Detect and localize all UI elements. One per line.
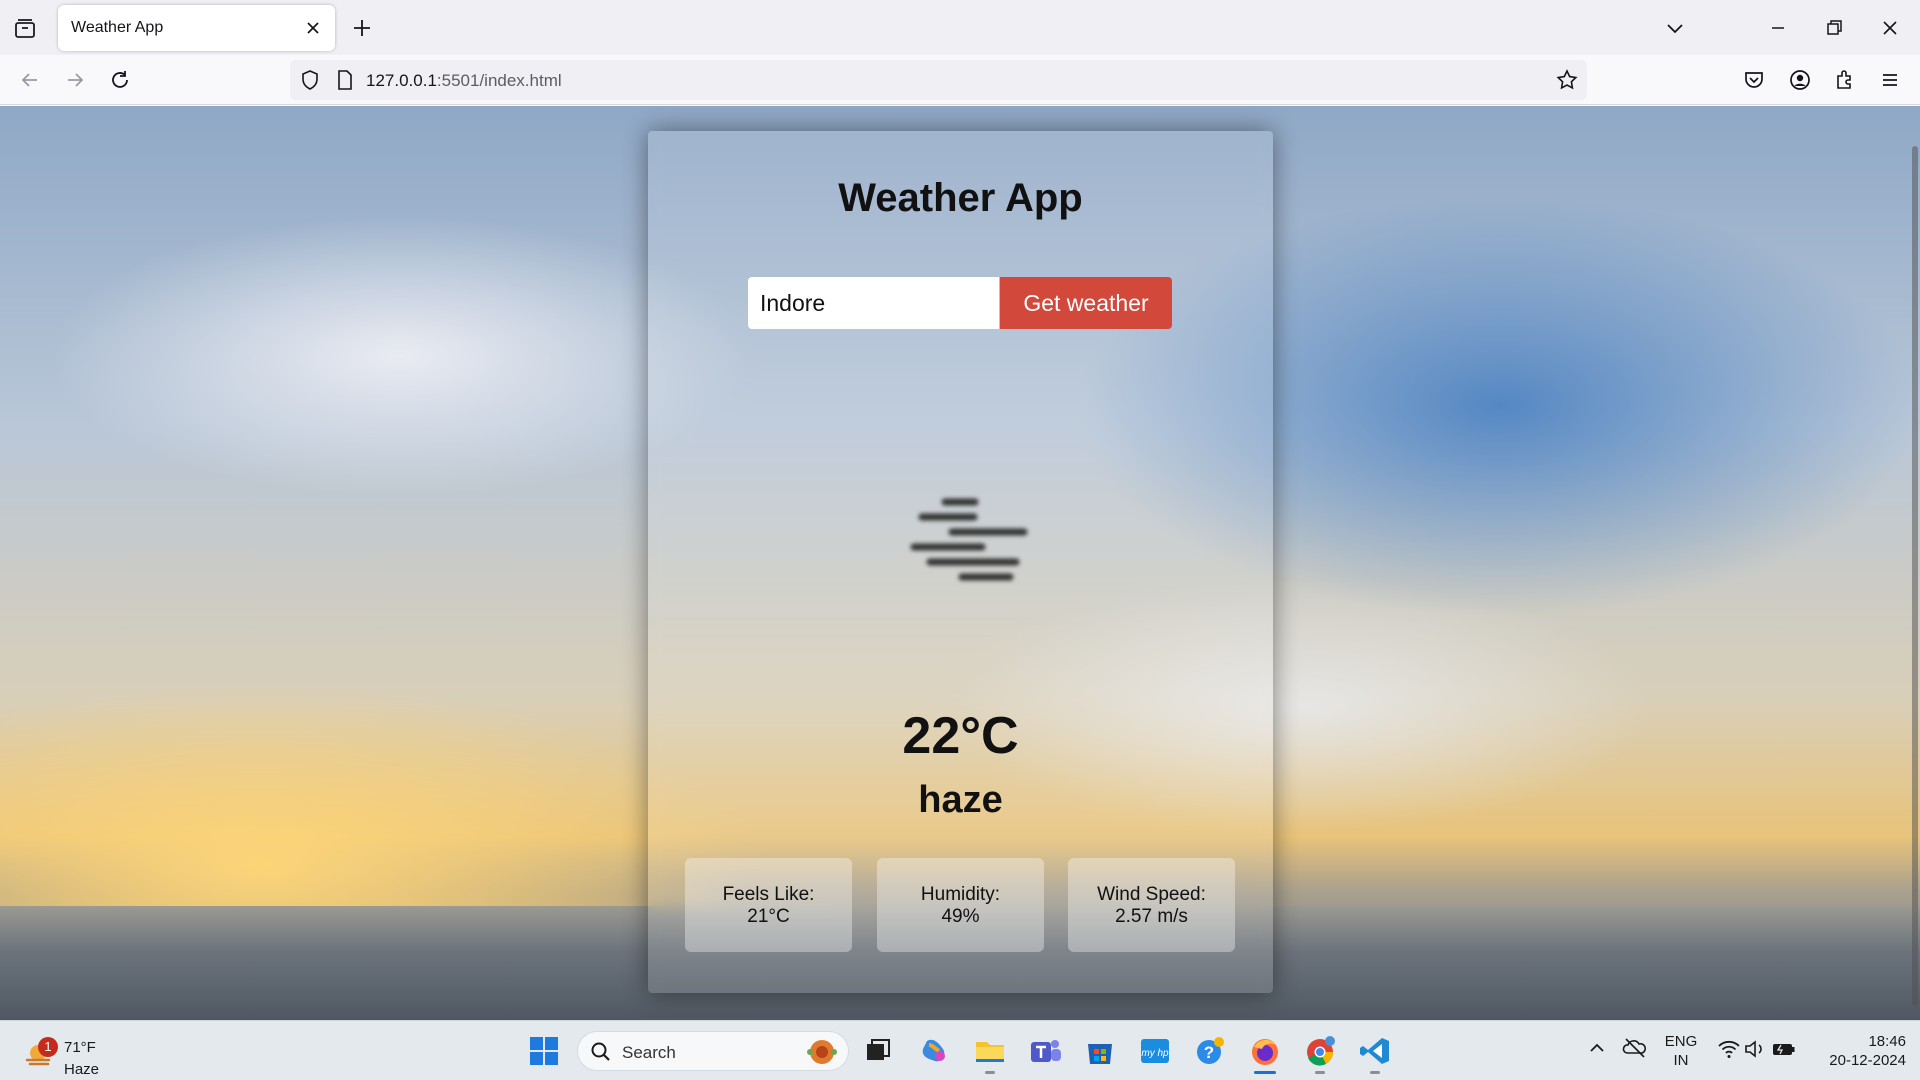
browser-tab-bar: Weather App <box>0 0 1920 55</box>
temperature: 22°C <box>902 707 1019 765</box>
search-highlight-icon <box>804 1036 840 1073</box>
firefox-active-indicator <box>1254 1071 1276 1074</box>
back-arrow-icon[interactable] <box>17 67 43 93</box>
myhp-icon[interactable]: my hp <box>1135 1031 1175 1071</box>
feels-like-label: Feels Like: <box>722 884 815 905</box>
close-tab-icon[interactable] <box>303 18 323 38</box>
browser-nav-bar: 127.0.0.1:5501/index.html <box>0 55 1920 105</box>
wind-speed-card: Wind Speed: 2.57 m/s <box>1068 858 1235 952</box>
url-text: 127.0.0.1:5501/index.html <box>366 71 562 91</box>
restore-icon[interactable] <box>1820 14 1848 42</box>
teams-icon[interactable] <box>1025 1031 1065 1071</box>
windows-taskbar: 1 71°F Haze Search my hp ? ENG IN 18:46 … <box>0 1020 1920 1080</box>
shield-icon[interactable] <box>298 68 322 97</box>
notification-badge: 1 <box>38 1037 58 1057</box>
extensions-icon[interactable] <box>1832 67 1858 93</box>
windows-start-icon[interactable] <box>524 1031 564 1071</box>
address-bar[interactable]: 127.0.0.1:5501/index.html <box>290 60 1587 100</box>
close-window-icon[interactable] <box>1876 14 1904 42</box>
store-icon[interactable] <box>1080 1031 1120 1071</box>
city-input[interactable] <box>748 277 999 329</box>
wind-speed-value: 2.57 m/s <box>1115 906 1188 927</box>
new-tab-icon[interactable] <box>350 16 374 40</box>
clock[interactable]: 18:46 20-12-2024 <box>1814 1032 1906 1070</box>
tab-title: Weather App <box>71 19 164 36</box>
language-indicator[interactable]: ENG IN <box>1664 1032 1698 1070</box>
task-view-icon[interactable] <box>858 1031 898 1071</box>
vscode-icon[interactable] <box>1355 1031 1395 1071</box>
forward-arrow-icon[interactable] <box>62 67 88 93</box>
region-code: IN <box>1673 1052 1689 1069</box>
wind-speed-label: Wind Speed: <box>1097 884 1206 905</box>
clock-date: 20-12-2024 <box>1829 1052 1906 1069</box>
humidity-value: 49% <box>941 906 980 927</box>
haze-icon <box>880 486 1040 606</box>
feels-like-value: 21°C <box>747 906 790 927</box>
help-icon[interactable]: ? <box>1190 1031 1230 1071</box>
weather-card: Weather App Get weather 22°C haze Feels … <box>648 131 1273 993</box>
chevron-down-icon[interactable] <box>1661 14 1689 42</box>
get-weather-button[interactable]: Get weather <box>1000 277 1172 329</box>
taskbar-search[interactable]: Search <box>577 1031 849 1071</box>
minimize-icon[interactable] <box>1764 14 1792 42</box>
copilot-icon[interactable] <box>915 1031 955 1071</box>
humidity-card: Humidity: 49% <box>877 858 1044 952</box>
app-title: Weather App <box>838 176 1083 220</box>
file-explorer-icon[interactable] <box>970 1031 1010 1071</box>
menu-icon[interactable] <box>1877 67 1903 93</box>
chrome-indicator <box>1315 1071 1325 1074</box>
weather-description: haze <box>918 779 1003 821</box>
volume-icon[interactable] <box>1740 1034 1770 1064</box>
bookmark-star-icon[interactable] <box>1555 68 1579 97</box>
url-host: 127.0.0.1 <box>366 71 437 90</box>
browser-tab[interactable]: Weather App <box>58 5 335 51</box>
clock-time: 18:46 <box>1868 1033 1906 1050</box>
page-icon <box>334 69 356 96</box>
firefox-icon[interactable] <box>1245 1031 1285 1071</box>
vscode-indicator <box>1370 1071 1380 1074</box>
chevron-up-icon[interactable] <box>1582 1033 1612 1063</box>
page-scrollbar[interactable] <box>1912 146 1918 1006</box>
reload-icon[interactable] <box>107 67 133 93</box>
humidity-label: Humidity: <box>920 884 1001 905</box>
widget-condition: Haze <box>64 1061 100 1078</box>
widget-temperature: 71°F <box>64 1039 96 1056</box>
weather-widget[interactable]: 1 71°F Haze <box>22 1029 112 1078</box>
pocket-icon[interactable] <box>1741 67 1767 93</box>
file-explorer-indicator <box>985 1071 995 1074</box>
search-icon <box>590 1041 612 1068</box>
onedrive-offline-icon[interactable] <box>1620 1033 1650 1063</box>
page-background: Weather App Get weather 22°C haze Feels … <box>0 106 1920 1020</box>
tab-list-icon[interactable] <box>12 16 38 42</box>
chrome-icon[interactable] <box>1300 1031 1340 1071</box>
svg-text:my hp: my hp <box>1141 1048 1169 1059</box>
url-path: :5501/index.html <box>436 71 562 90</box>
feels-like-card: Feels Like: 21°C <box>685 858 852 952</box>
svg-text:?: ? <box>1204 1043 1214 1062</box>
language-code: ENG <box>1664 1033 1698 1050</box>
account-icon[interactable] <box>1787 67 1813 93</box>
battery-icon[interactable] <box>1768 1034 1798 1064</box>
search-label: Search <box>622 1043 676 1062</box>
